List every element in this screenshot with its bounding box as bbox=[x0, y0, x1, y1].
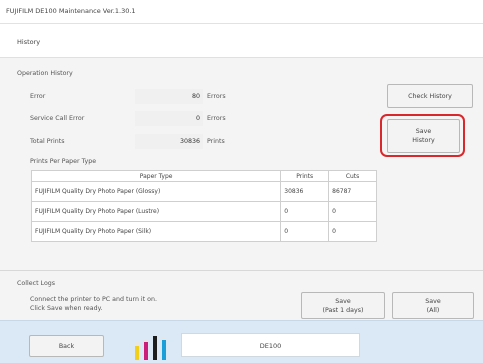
check-history-button[interactable]: Check History bbox=[387, 84, 473, 108]
ink-magenta-bar bbox=[144, 342, 148, 360]
save-all-button[interactable]: Save (All) bbox=[392, 292, 474, 319]
page-header: History bbox=[0, 24, 483, 58]
collect-logs-instruction-2: Click Save when ready. bbox=[30, 305, 103, 312]
paper-type-cell: FUJIFILM Quality Dry Photo Paper (Silk) bbox=[30, 221, 282, 242]
ink-black-bar bbox=[153, 336, 157, 360]
title-bar: FUJIFILM DE100 Maintenance Ver.1.30.1 bbox=[0, 0, 483, 24]
error-label: Error bbox=[30, 93, 46, 100]
back-label: Back bbox=[58, 342, 75, 350]
save-all-label-line1: Save bbox=[425, 297, 441, 305]
save-past-label-line2: (Past 1 days) bbox=[322, 306, 364, 314]
collect-logs-instruction-1: Connect the printer to PC and turn it on… bbox=[30, 296, 157, 303]
service-call-error-unit: Errors bbox=[207, 115, 226, 122]
table-row: FUJIFILM Quality Dry Photo Paper (Silk) … bbox=[30, 221, 377, 242]
table-header-row: Paper Type Prints Cuts bbox=[30, 170, 377, 182]
service-call-error-label: Service Call Error bbox=[30, 115, 85, 122]
total-prints-unit: Prints bbox=[207, 138, 225, 145]
operation-history-label: Operation History bbox=[17, 70, 73, 77]
paper-type-table: Paper Type Prints Cuts FUJIFILM Quality … bbox=[30, 170, 377, 242]
prints-per-paper-type-label: Prints Per Paper Type bbox=[30, 158, 97, 165]
back-button[interactable]: Back bbox=[29, 335, 104, 357]
printer-status-box: DE100 bbox=[181, 333, 360, 357]
table-row: FUJIFILM Quality Dry Photo Paper (Glossy… bbox=[30, 181, 377, 202]
save-history-highlight bbox=[380, 114, 465, 157]
window-title: FUJIFILM DE100 Maintenance Ver.1.30.1 bbox=[6, 7, 136, 15]
save-all-label-line2: (All) bbox=[426, 306, 440, 314]
save-past-label-line1: Save bbox=[335, 297, 351, 305]
breadcrumb: History bbox=[17, 38, 41, 46]
paper-type-cell: FUJIFILM Quality Dry Photo Paper (Glossy… bbox=[30, 181, 282, 202]
table-row: FUJIFILM Quality Dry Photo Paper (Lustre… bbox=[30, 201, 377, 222]
error-value: 80 bbox=[135, 89, 203, 104]
paper-type-cell: FUJIFILM Quality Dry Photo Paper (Lustre… bbox=[30, 201, 282, 222]
ink-level-indicator bbox=[135, 329, 175, 360]
cuts-cell: 86787 bbox=[328, 181, 377, 202]
total-prints-value: 30836 bbox=[135, 134, 203, 149]
ink-cyan-bar bbox=[162, 340, 166, 360]
printer-status-text: DE100 bbox=[259, 342, 282, 350]
service-call-error-value: 0 bbox=[135, 111, 203, 126]
prints-cell: 30836 bbox=[280, 181, 330, 202]
check-history-label: Check History bbox=[408, 92, 452, 100]
cuts-cell: 0 bbox=[328, 201, 377, 222]
ink-yellow-bar bbox=[135, 346, 139, 360]
column-header-cuts: Cuts bbox=[328, 170, 377, 182]
prints-cell: 0 bbox=[280, 201, 330, 222]
save-past-1-days-button[interactable]: Save (Past 1 days) bbox=[301, 292, 385, 319]
collect-logs-label: Collect Logs bbox=[17, 280, 56, 287]
total-prints-label: Total Prints bbox=[30, 138, 65, 145]
cuts-cell: 0 bbox=[328, 221, 377, 242]
error-unit: Errors bbox=[207, 93, 226, 100]
column-header-paper-type: Paper Type bbox=[30, 170, 282, 182]
column-header-prints: Prints bbox=[280, 170, 330, 182]
prints-cell: 0 bbox=[280, 221, 330, 242]
